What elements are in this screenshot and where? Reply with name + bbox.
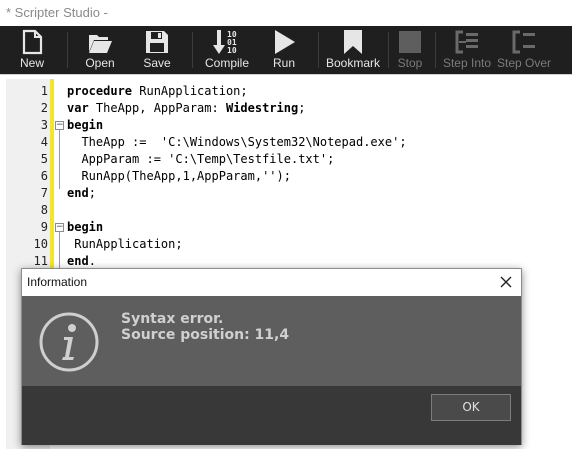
save-button[interactable]: Save xyxy=(131,26,183,74)
code-rest: . xyxy=(88,254,96,268)
code-line: 2 var TheApp, AppParam: Widestring; xyxy=(41,100,572,117)
code-text: end; xyxy=(67,185,96,202)
step-over-label: Step Over xyxy=(496,56,552,70)
dialog-footer: OK xyxy=(22,386,521,445)
stop-label: Stop xyxy=(397,56,423,70)
fold-toggle[interactable]: − xyxy=(55,223,64,232)
step-into-label: Step Into xyxy=(442,56,492,70)
dialog-title: Information xyxy=(27,275,88,289)
code-line: 4 TheApp := 'C:\Windows\System32\Notepad… xyxy=(41,134,572,151)
dialog-title-bar: Information xyxy=(22,269,521,296)
code-text: TheApp := 'C:\Windows\System32\Notepad.e… xyxy=(67,135,407,149)
toolbar-separator xyxy=(435,32,436,68)
stop-icon xyxy=(399,31,421,53)
code-keyword: end xyxy=(67,254,89,268)
bookmark-button[interactable]: Bookmark xyxy=(324,26,382,74)
dialog-message-line1: Syntax error. xyxy=(121,311,224,327)
information-dialog: Information Syntax error. Source positio… xyxy=(21,268,522,445)
dialog-message: Syntax error. Source position: 11,4 xyxy=(121,311,289,343)
line-number: 2 xyxy=(40,101,48,115)
code-rest: RunApplication; xyxy=(132,84,248,98)
code-text: begin xyxy=(67,219,103,236)
svg-text:10: 10 xyxy=(227,46,237,55)
code-line: 10 RunApplication; xyxy=(34,236,572,253)
new-button[interactable]: New xyxy=(6,26,58,74)
toolbar-separator xyxy=(192,32,193,68)
toolbar-separator xyxy=(388,32,389,68)
information-icon xyxy=(39,312,99,372)
toolbar-separator xyxy=(318,32,319,68)
open-label: Open xyxy=(85,56,115,70)
code-rest: TheApp, AppParam: xyxy=(88,101,226,115)
code-keyword: end xyxy=(67,186,89,200)
dialog-message-line2: Source position: 11,4 xyxy=(121,327,290,343)
code-text: RunApplication; xyxy=(67,237,183,251)
line-number: 3 xyxy=(40,118,48,132)
code-line: 7 end; xyxy=(41,185,572,202)
title-bar: * Scripter Studio - xyxy=(0,0,572,26)
compile-button[interactable]: 10 01 10 Compile xyxy=(200,26,254,74)
line-number: 8 xyxy=(40,203,48,217)
code-text: procedure RunApplication; xyxy=(67,83,248,100)
line-number: 6 xyxy=(40,169,48,183)
run-label: Run xyxy=(272,56,295,70)
code-keyword: procedure xyxy=(67,84,133,98)
stop-button[interactable]: Stop xyxy=(390,26,430,74)
code-keyword: begin xyxy=(67,118,104,132)
code-text: RunApp(TheApp,1,AppParam,''); xyxy=(67,169,291,183)
line-number: 7 xyxy=(40,186,48,200)
window-title: * Scripter Studio - xyxy=(6,5,108,20)
open-button[interactable]: Open xyxy=(74,26,126,74)
step-into-button[interactable]: Step Into xyxy=(440,26,494,74)
code-keyword: var xyxy=(67,101,89,115)
ok-button[interactable]: OK xyxy=(431,394,511,421)
toolbar-separator xyxy=(67,32,68,68)
code-line: 9 − begin xyxy=(41,219,572,236)
line-number: 4 xyxy=(40,135,48,149)
compile-binary-icon: 10 01 10 xyxy=(213,30,237,55)
step-into-icon xyxy=(455,30,478,54)
code-rest: ; xyxy=(88,186,96,200)
line-number: 1 xyxy=(40,84,48,98)
compile-label: Compile xyxy=(204,56,249,70)
new-file-icon xyxy=(22,29,43,55)
save-label: Save xyxy=(143,56,171,70)
line-number: 5 xyxy=(40,152,48,166)
code-line: 1 procedure RunApplication; xyxy=(41,83,572,100)
bookmark-label: Bookmark xyxy=(325,56,381,70)
code-keyword: Widestring xyxy=(225,101,299,115)
code-keyword: begin xyxy=(67,220,104,234)
bookmark-icon xyxy=(344,30,362,54)
folder-open-icon xyxy=(89,35,112,53)
toolbar: New Open Save 10 01 10 Compile Run Bookm… xyxy=(0,26,572,74)
floppy-disk-icon xyxy=(146,31,168,53)
code-line: 8 xyxy=(41,202,572,219)
dialog-close-button[interactable] xyxy=(491,269,521,296)
code-line: 6 RunApp(TheApp,1,AppParam,''); xyxy=(41,168,572,185)
run-button[interactable]: Run xyxy=(258,26,310,74)
play-icon xyxy=(275,30,295,54)
dialog-body: Syntax error. Source position: 11,4 xyxy=(22,296,521,386)
fold-toggle[interactable]: − xyxy=(55,121,64,130)
code-text: AppParam := 'C:\Temp\Testfile.txt'; xyxy=(67,152,335,166)
line-number: 10 xyxy=(33,237,48,251)
close-icon xyxy=(500,276,512,288)
code-text: var TheApp, AppParam: Widestring; xyxy=(67,100,305,117)
step-over-button[interactable]: Step Over xyxy=(496,26,552,74)
code-line: 5 AppParam := 'C:\Temp\Testfile.txt'; xyxy=(41,151,572,168)
code-rest: ; xyxy=(298,101,306,115)
new-label: New xyxy=(19,56,44,70)
line-number: 9 xyxy=(40,220,48,234)
step-over-icon xyxy=(512,30,535,54)
code-text: begin xyxy=(67,117,103,134)
code-line: 3 − begin xyxy=(41,117,572,134)
